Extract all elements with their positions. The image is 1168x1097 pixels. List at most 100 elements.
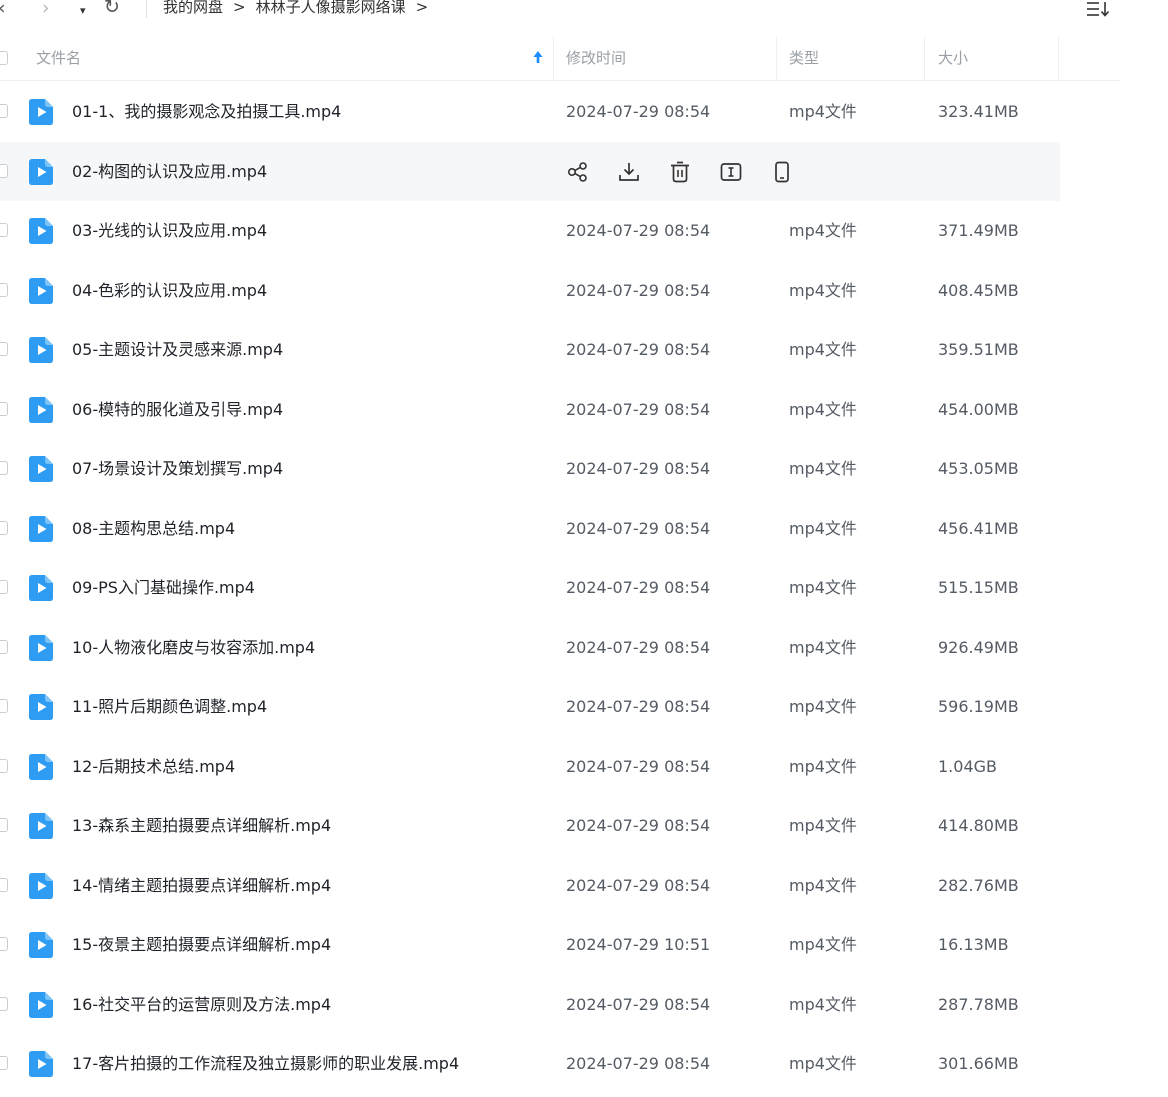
file-row[interactable]: 03-光线的认识及应用.mp4 2024-07-29 08:54 mp4文件 3… [0,201,1060,261]
file-row[interactable]: 08-主题构思总结.mp4 2024-07-29 08:54 mp4文件 456… [0,499,1060,559]
header-divider [776,36,777,80]
file-modified-time: 2024-07-29 08:54 [566,221,711,240]
row-checkbox[interactable] [0,877,8,892]
file-name[interactable]: 14-情绪主题拍摄要点详细解析.mp4 [72,856,331,916]
file-modified-time: 2024-07-29 08:54 [566,756,711,776]
row-checkbox[interactable] [0,996,8,1011]
file-name[interactable]: 06-模特的服化道及引导.mp4 [72,380,283,440]
file-name[interactable]: 17-客片拍摄的工作流程及独立摄影师的职业发展.mp4 [72,1034,459,1094]
file-row[interactable]: 10-人物液化磨皮与妆容添加.mp4 2024-07-29 08:54 mp4文… [0,618,1060,678]
file-type: mp4文件 [789,459,857,478]
row-checkbox[interactable] [0,937,8,951]
back-button[interactable]: ‹ [0,0,6,18]
row-checkbox[interactable] [0,282,8,297]
file-row[interactable]: 05-主题设计及灵感来源.mp4 2024-07-29 08:54 mp4文件 … [0,320,1060,380]
file-modified-time: 2024-07-29 08:54 [566,459,711,478]
file-name[interactable]: 05-主题设计及灵感来源.mp4 [72,320,283,380]
video-file-icon [29,991,53,1018]
file-size: 359.51MB [938,340,1019,359]
row-checkbox[interactable] [0,758,8,773]
file-type: mp4文件 [789,697,857,716]
video-file-icon [29,813,53,839]
row-checkbox[interactable] [0,580,8,594]
file-name[interactable]: 16-社交平台的运营原则及方法.mp4 [72,975,331,1035]
row-checkbox[interactable] [0,163,8,178]
header-size[interactable]: 大小 [938,36,968,80]
breadcrumb-item-root[interactable]: 我的网盘 [163,0,223,17]
file-name[interactable]: 01-1、我的摄影观念及拍摄工具.mp4 [72,82,341,142]
arrow-up-icon[interactable] [533,50,543,64]
file-type: mp4文件 [789,340,857,359]
mobile-button[interactable] [770,159,794,185]
file-row[interactable]: 07-场景设计及策划撰写.mp4 2024-07-29 08:54 mp4文件 … [0,439,1060,499]
row-checkbox[interactable] [0,1056,8,1070]
video-file-icon [29,932,53,958]
file-row[interactable]: 14-情绪主题拍摄要点详细解析.mp4 2024-07-29 08:54 mp4… [0,856,1060,916]
row-checkbox[interactable] [0,223,8,237]
video-file-icon [29,575,53,601]
file-modified-time: 2024-07-29 08:54 [566,340,711,359]
delete-button[interactable] [668,159,692,185]
file-row[interactable]: 01-1、我的摄影观念及拍摄工具.mp4 2024-07-29 08:54 mp… [0,82,1060,142]
row-checkbox[interactable] [0,104,8,118]
row-checkbox[interactable] [0,461,8,475]
file-size: 16.13MB [938,935,1009,954]
file-size: 301.66MB [938,1054,1019,1073]
file-size: 414.80MB [938,816,1019,835]
row-checkbox[interactable] [0,401,8,416]
refresh-button[interactable]: ↻ [104,0,120,17]
row-checkbox[interactable] [0,342,8,356]
file-row[interactable]: 17-客片拍摄的工作流程及独立摄影师的职业发展.mp4 2024-07-29 0… [0,1034,1060,1094]
file-name[interactable]: 11-照片后期颜色调整.mp4 [72,677,267,737]
rename-button[interactable] [719,159,743,185]
file-modified-time: 2024-07-29 08:54 [566,816,711,835]
file-name[interactable]: 04-色彩的认识及应用.mp4 [72,261,267,321]
breadcrumb-item-folder[interactable]: 林林子人像摄影网络课 [256,0,406,17]
file-modified-time: 2024-07-29 10:51 [566,935,711,954]
file-size: 454.00MB [938,399,1019,419]
forward-button[interactable]: › [42,0,50,18]
file-name[interactable]: 12-后期技术总结.mp4 [72,737,235,797]
row-checkbox[interactable] [0,639,8,654]
file-name[interactable]: 15-夜景主题拍摄要点详细解析.mp4 [72,915,331,975]
file-row[interactable]: 16-社交平台的运营原则及方法.mp4 2024-07-29 08:54 mp4… [0,975,1060,1035]
share-button[interactable] [566,159,590,185]
select-all-checkbox[interactable] [0,51,8,65]
file-name[interactable]: 13-森系主题拍摄要点详细解析.mp4 [72,796,331,856]
file-modified-time: 2024-07-29 08:54 [566,578,711,597]
file-type: mp4文件 [789,518,857,538]
video-file-icon [29,158,53,185]
header-type[interactable]: 类型 [789,36,819,80]
file-row[interactable]: 04-色彩的认识及应用.mp4 2024-07-29 08:54 mp4文件 4… [0,261,1060,321]
file-name[interactable]: 10-人物液化磨皮与妆容添加.mp4 [72,618,315,678]
file-name[interactable]: 07-场景设计及策划撰写.mp4 [72,439,283,499]
file-row[interactable]: 12-后期技术总结.mp4 2024-07-29 08:54 mp4文件 1.0… [0,737,1060,797]
file-name[interactable]: 03-光线的认识及应用.mp4 [72,201,267,261]
rename-icon [720,162,742,181]
file-row[interactable]: 15-夜景主题拍摄要点详细解析.mp4 2024-07-29 10:51 mp4… [0,915,1060,975]
file-modified-time: 2024-07-29 08:54 [566,1054,711,1073]
row-checkbox[interactable] [0,818,8,832]
history-dropdown-icon[interactable]: ▾ [80,1,86,21]
header-modified-time[interactable]: 修改时间 [566,36,626,80]
row-checkbox[interactable] [0,520,8,535]
file-name[interactable]: 09-PS入门基础操作.mp4 [72,558,255,618]
video-file-icon [29,1051,53,1077]
file-type: mp4文件 [789,637,857,657]
file-name[interactable]: 02-构图的认识及应用.mp4 [72,142,267,202]
file-row[interactable]: 13-森系主题拍摄要点详细解析.mp4 2024-07-29 08:54 mp4… [0,796,1060,856]
file-name[interactable]: 08-主题构思总结.mp4 [72,499,235,559]
file-size: 323.41MB [938,102,1019,121]
download-button[interactable] [617,159,641,185]
sort-menu-icon[interactable] [1086,0,1112,18]
file-row[interactable]: 02-构图的认识及应用.mp4 [0,141,1060,202]
file-row[interactable]: 09-PS入门基础操作.mp4 2024-07-29 08:54 mp4文件 5… [0,558,1060,618]
file-row[interactable]: 11-照片后期颜色调整.mp4 2024-07-29 08:54 mp4文件 5… [0,677,1060,737]
share-icon [567,161,587,182]
file-size: 596.19MB [938,697,1019,716]
file-row[interactable]: 06-模特的服化道及引导.mp4 2024-07-29 08:54 mp4文件 … [0,380,1060,440]
delete-icon [671,161,689,182]
header-name[interactable]: 文件名 [36,36,81,80]
row-checkbox[interactable] [0,699,8,713]
file-modified-time: 2024-07-29 08:54 [566,102,711,121]
